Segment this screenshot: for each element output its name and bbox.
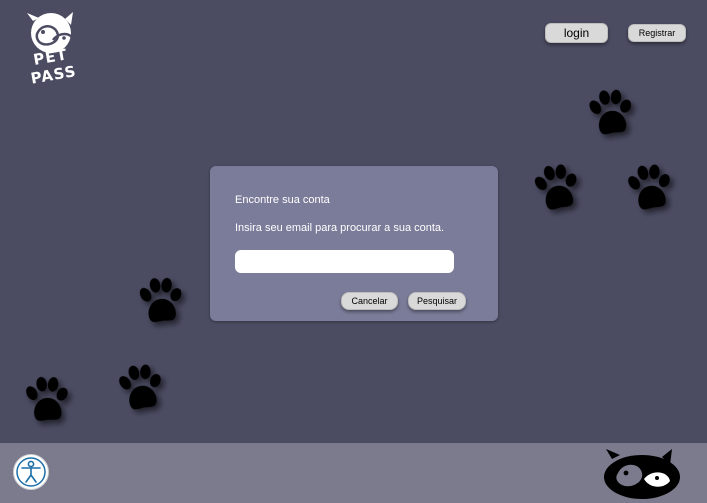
- register-button[interactable]: Registrar: [628, 24, 686, 42]
- paw-print-icon: [526, 158, 588, 220]
- find-account-dialog: Encontre sua conta Insira seu email para…: [210, 166, 498, 321]
- paw-print-icon: [620, 159, 680, 219]
- login-button[interactable]: login: [545, 23, 608, 43]
- dialog-title: Encontre sua conta: [235, 194, 330, 206]
- brand-logo[interactable]: PET PASS: [12, 12, 92, 88]
- paw-print-icon: [111, 359, 171, 419]
- search-button[interactable]: Pesquisar: [408, 292, 466, 310]
- paw-print-icon: [19, 373, 75, 429]
- accessibility-icon[interactable]: [13, 454, 49, 490]
- paw-print-icon: [582, 85, 641, 144]
- footer: [0, 443, 707, 503]
- cat-dog-logo-icon[interactable]: [600, 449, 684, 501]
- cancel-button[interactable]: Cancelar: [341, 292, 398, 310]
- paw-print-icon: [132, 273, 189, 330]
- email-input[interactable]: [235, 250, 454, 273]
- dialog-message: Insira seu email para procurar a sua con…: [235, 222, 445, 234]
